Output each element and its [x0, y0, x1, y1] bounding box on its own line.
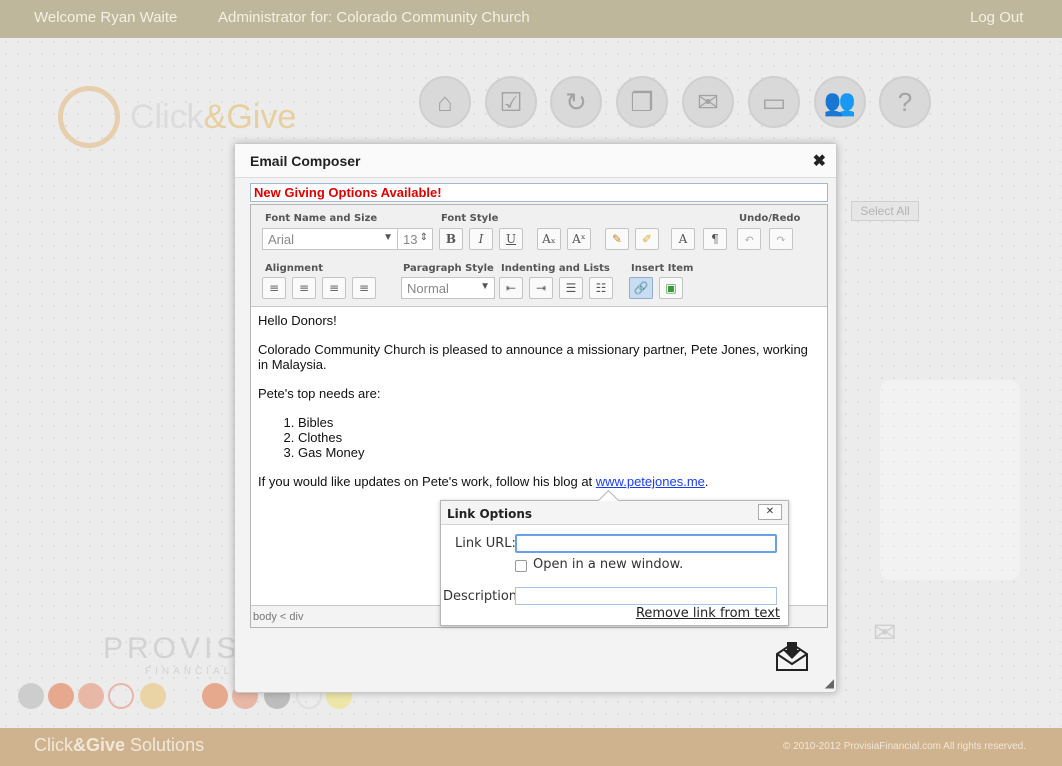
decor-dot — [140, 683, 166, 709]
blog-link[interactable]: www.petejones.me — [596, 474, 705, 489]
align-justify-icon[interactable]: ≡ — [352, 277, 376, 299]
outdent-icon[interactable]: ⇤ — [499, 277, 523, 299]
decor-dot — [108, 683, 134, 709]
close-icon[interactable]: ✕ — [758, 504, 782, 520]
refresh-icon[interactable]: ↻ — [550, 76, 602, 128]
align-center-icon[interactable]: ≡ — [292, 277, 316, 299]
align-right-icon[interactable]: ≡ — [322, 277, 346, 299]
blog-text: If you would like updates on Pete's work… — [258, 474, 709, 489]
link-options-header: Link Options ✕ — [441, 501, 788, 525]
highlight-icon[interactable]: ✐ — [635, 228, 659, 250]
decor-dot — [202, 683, 228, 709]
needs-intro-text: Pete's top needs are: — [258, 386, 381, 401]
background-decoration — [880, 380, 1020, 580]
chevron-down-icon: ▼ — [383, 232, 393, 243]
undo-icon[interactable]: ↶ — [737, 228, 761, 250]
new-window-checkbox[interactable] — [515, 560, 527, 572]
description-label: Description: — [443, 589, 522, 604]
home-icon[interactable]: ⌂ — [419, 76, 471, 128]
image-icon[interactable]: ▣ — [659, 277, 683, 299]
footer: Click&Give Solutions © 2010-2012 Provisi… — [0, 728, 1062, 766]
editor-toolbar: Font Name and Size Arial ▼ 13 ⇕ Font Style… — [251, 205, 827, 307]
admin-text: Administrator for: Colorado Community Ch… — [218, 9, 530, 26]
subscript-button[interactable]: Aₓ — [537, 228, 561, 250]
logo-mark — [58, 86, 120, 148]
decor-dot — [18, 683, 44, 709]
welcome-text: Welcome Ryan Waite — [34, 9, 178, 26]
underline-button[interactable]: U — [499, 228, 523, 250]
footer-copyright: © 2010-2012 ProvisiaFinancial.com All ri… — [782, 741, 1026, 752]
users-icon[interactable]: 👥 — [814, 76, 866, 128]
paragraph-style-label: Paragraph Style — [403, 263, 494, 274]
greeting-text: Hello Donors! — [258, 313, 337, 328]
paragraph-style-select[interactable]: Normal ▼ — [401, 277, 495, 299]
close-icon[interactable]: ✖ — [813, 151, 826, 171]
clear-format-icon[interactable]: ✎ — [605, 228, 629, 250]
list-item: Bibles — [298, 415, 818, 430]
copy-icon[interactable]: ❐ — [616, 76, 668, 128]
new-window-label: Open in a new window. — [533, 557, 684, 572]
logo: Click&Give — [130, 98, 297, 136]
logout-link[interactable]: Log Out — [970, 9, 1023, 26]
top-bar: Welcome Ryan Waite Administrator for: Co… — [0, 0, 1062, 38]
decor-dot — [48, 683, 74, 709]
paragraph-mark-icon[interactable]: ¶ — [703, 228, 727, 250]
folder-network-icon[interactable]: ▭ — [748, 76, 800, 128]
resize-handle-icon[interactable]: ◢ — [825, 676, 834, 690]
font-name-select[interactable]: Arial ▼ — [262, 228, 398, 250]
bullet-list-icon[interactable]: ☰ — [559, 277, 583, 299]
link-url-input[interactable] — [515, 534, 777, 553]
alignment-label: Alignment — [265, 263, 323, 274]
font-size-change-icon[interactable]: A — [671, 228, 695, 250]
editor-content[interactable]: Hello Donors! Colorado Community Church … — [258, 313, 818, 503]
link-options-title: Link Options — [447, 507, 533, 521]
superscript-button[interactable]: Aˣ — [567, 228, 591, 250]
insert-item-label: Insert Item — [631, 263, 694, 274]
announcement-text: Colorado Community Church is pleased to … — [258, 342, 808, 372]
link-options-popup: Link Options ✕ Link URL: Open in a new w… — [440, 500, 789, 626]
indenting-lists-label: Indenting and Lists — [501, 263, 610, 274]
needs-list: Bibles Clothes Gas Money — [258, 415, 818, 460]
link-url-label: Link URL: — [455, 536, 516, 551]
list-item: Clothes — [298, 430, 818, 445]
indent-icon[interactable]: ⇥ — [529, 277, 553, 299]
footer-brand: Click&Give Solutions — [34, 735, 205, 755]
numbered-list-icon[interactable]: ☷ — [589, 277, 613, 299]
list-item: Gas Money — [298, 445, 818, 460]
dialog-title: Email Composer — [250, 153, 361, 169]
align-left-icon[interactable]: ≡ — [262, 277, 286, 299]
help-icon[interactable]: ? — [879, 76, 931, 128]
dialog-header: Email Composer ✖ — [235, 144, 836, 178]
send-email-icon[interactable] — [775, 640, 809, 672]
link-icon[interactable]: 🔗 — [629, 277, 653, 299]
envelope-icon: ✉ — [873, 617, 897, 648]
remove-link-button[interactable]: Remove link from text — [636, 606, 780, 621]
stepper-icon: ⇕ — [419, 232, 428, 243]
provisia-sub: FINANCIAL — [145, 666, 234, 677]
description-input[interactable] — [515, 587, 777, 605]
chevron-down-icon: ▼ — [480, 281, 490, 292]
decor-dot — [78, 683, 104, 709]
subject-input[interactable]: New Giving Options Available! — [250, 183, 828, 202]
font-style-label: Font Style — [441, 213, 499, 224]
select-all-button[interactable]: Select All — [851, 201, 919, 221]
redo-icon[interactable]: ↷ — [769, 228, 793, 250]
bold-button[interactable]: B — [439, 228, 463, 250]
font-size-stepper[interactable]: 13 ⇕ — [397, 228, 433, 250]
undo-redo-label: Undo/Redo — [739, 213, 801, 224]
font-name-size-label: Font Name and Size — [265, 213, 378, 224]
italic-button[interactable]: I — [469, 228, 493, 250]
mail-icon[interactable]: ✉ — [682, 76, 734, 128]
checklist-icon[interactable]: ☑ — [485, 76, 537, 128]
